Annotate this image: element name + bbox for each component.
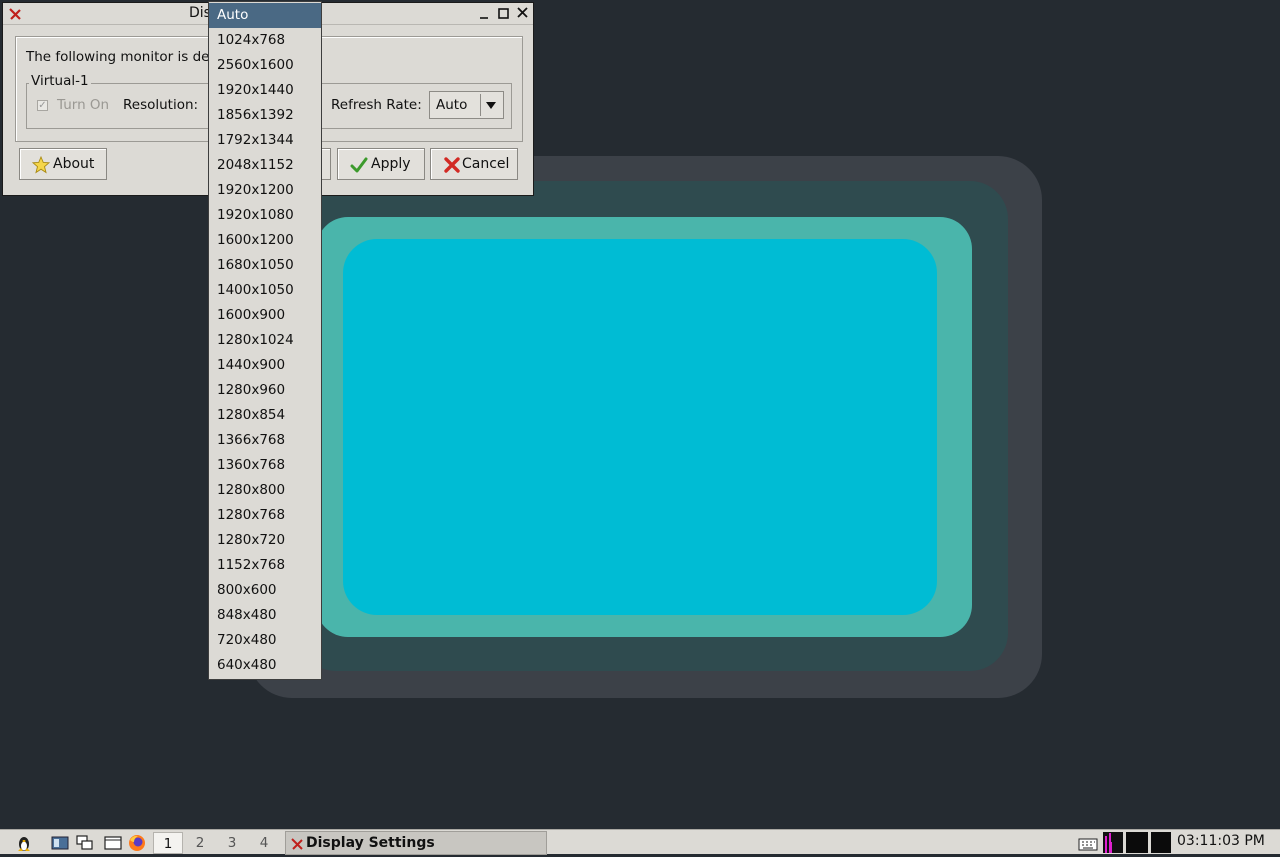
refresh-rate-value: Auto xyxy=(436,97,468,113)
apply-button[interactable]: Apply xyxy=(337,148,425,180)
resolution-option[interactable]: 2048x1152 xyxy=(209,153,321,178)
cancel-button[interactable]: Cancel xyxy=(430,148,518,180)
resolution-option[interactable]: 1680x1050 xyxy=(209,253,321,278)
star-icon xyxy=(32,156,50,174)
apply-label: Apply xyxy=(371,156,411,172)
app-icon xyxy=(291,838,303,850)
about-button[interactable]: About xyxy=(19,148,107,180)
resolution-option[interactable]: 640x480 xyxy=(209,653,321,678)
resolution-option[interactable]: 1400x1050 xyxy=(209,278,321,303)
resolution-option[interactable]: 1280x720 xyxy=(209,528,321,553)
about-label: About xyxy=(53,156,95,172)
task-display-settings[interactable]: Display Settings xyxy=(285,831,547,855)
window-switcher-icon[interactable] xyxy=(76,834,94,852)
resolution-option[interactable]: 1280x1024 xyxy=(209,328,321,353)
taskbar: 1 2 3 4 Display Settings 03:11:03 PM xyxy=(0,829,1280,855)
refresh-rate-select[interactable]: Auto xyxy=(429,91,504,119)
keyboard-icon[interactable] xyxy=(1078,832,1098,853)
resolution-label: Resolution: xyxy=(123,97,199,113)
turn-on-checkbox[interactable]: ✓ xyxy=(37,100,48,111)
memory-graph-icon xyxy=(1151,832,1171,853)
resolution-option[interactable]: 720x480 xyxy=(209,628,321,653)
workspace-1[interactable]: 1 xyxy=(153,832,183,854)
resolution-option[interactable]: 1152x768 xyxy=(209,553,321,578)
network-graph-icon xyxy=(1126,832,1148,853)
cancel-label: Cancel xyxy=(462,156,510,172)
turn-on-label: Turn On xyxy=(57,97,110,113)
resolution-option[interactable]: 1280x854 xyxy=(209,403,321,428)
cancel-x-icon xyxy=(444,157,460,173)
resolution-option[interactable]: 2560x1600 xyxy=(209,53,321,78)
clock: 03:11:03 PM xyxy=(1177,833,1265,849)
resolution-option[interactable]: 1280x800 xyxy=(209,478,321,503)
close-icon[interactable] xyxy=(515,5,531,21)
resolution-option[interactable]: 1280x768 xyxy=(209,503,321,528)
resolution-option[interactable]: 800x600 xyxy=(209,578,321,603)
minimize-icon[interactable] xyxy=(477,5,493,21)
resolution-option[interactable]: 1792x1344 xyxy=(209,128,321,153)
resolution-option[interactable]: 1600x1200 xyxy=(209,228,321,253)
start-menu-icon[interactable] xyxy=(15,834,33,852)
task-label: Display Settings xyxy=(306,835,435,851)
resolution-option[interactable]: Auto xyxy=(209,3,321,28)
checkmark-icon xyxy=(350,157,368,173)
resolution-option[interactable]: 1440x900 xyxy=(209,353,321,378)
file-manager-icon[interactable] xyxy=(51,834,69,852)
resolution-option[interactable]: 1280x960 xyxy=(209,378,321,403)
workspace-2[interactable]: 2 xyxy=(185,832,215,854)
monitor-name: Virtual-1 xyxy=(29,73,91,89)
resolution-dropdown-list[interactable]: Auto 1024x768 2560x1600 1920x1440 1856x1392 1… xyxy=(208,1,322,680)
cpu-graph-icon xyxy=(1103,832,1123,853)
maximize-icon[interactable] xyxy=(496,5,512,21)
app-icon xyxy=(9,8,21,20)
resolution-option[interactable]: 848x480 xyxy=(209,603,321,628)
resolution-option[interactable]: 1600x900 xyxy=(209,303,321,328)
detected-monitor-text: The following monitor is de xyxy=(26,49,210,65)
workspace-3[interactable]: 3 xyxy=(217,832,247,854)
chevron-down-icon[interactable] xyxy=(480,94,501,116)
resolution-option[interactable]: 1856x1392 xyxy=(209,103,321,128)
resolution-option[interactable]: 1920x1200 xyxy=(209,178,321,203)
firefox-icon[interactable] xyxy=(128,834,146,852)
refresh-rate-label: Refresh Rate: xyxy=(331,97,422,113)
resolution-option[interactable]: 1360x768 xyxy=(209,453,321,478)
workspace-4[interactable]: 4 xyxy=(249,832,279,854)
resolution-option[interactable]: 1920x1080 xyxy=(209,203,321,228)
terminal-icon[interactable] xyxy=(104,834,122,852)
wallpaper-cyan-screen xyxy=(343,239,937,615)
resolution-option[interactable]: 1920x1440 xyxy=(209,78,321,103)
resolution-option[interactable]: 1024x768 xyxy=(209,28,321,53)
resolution-option[interactable]: 1366x768 xyxy=(209,428,321,453)
